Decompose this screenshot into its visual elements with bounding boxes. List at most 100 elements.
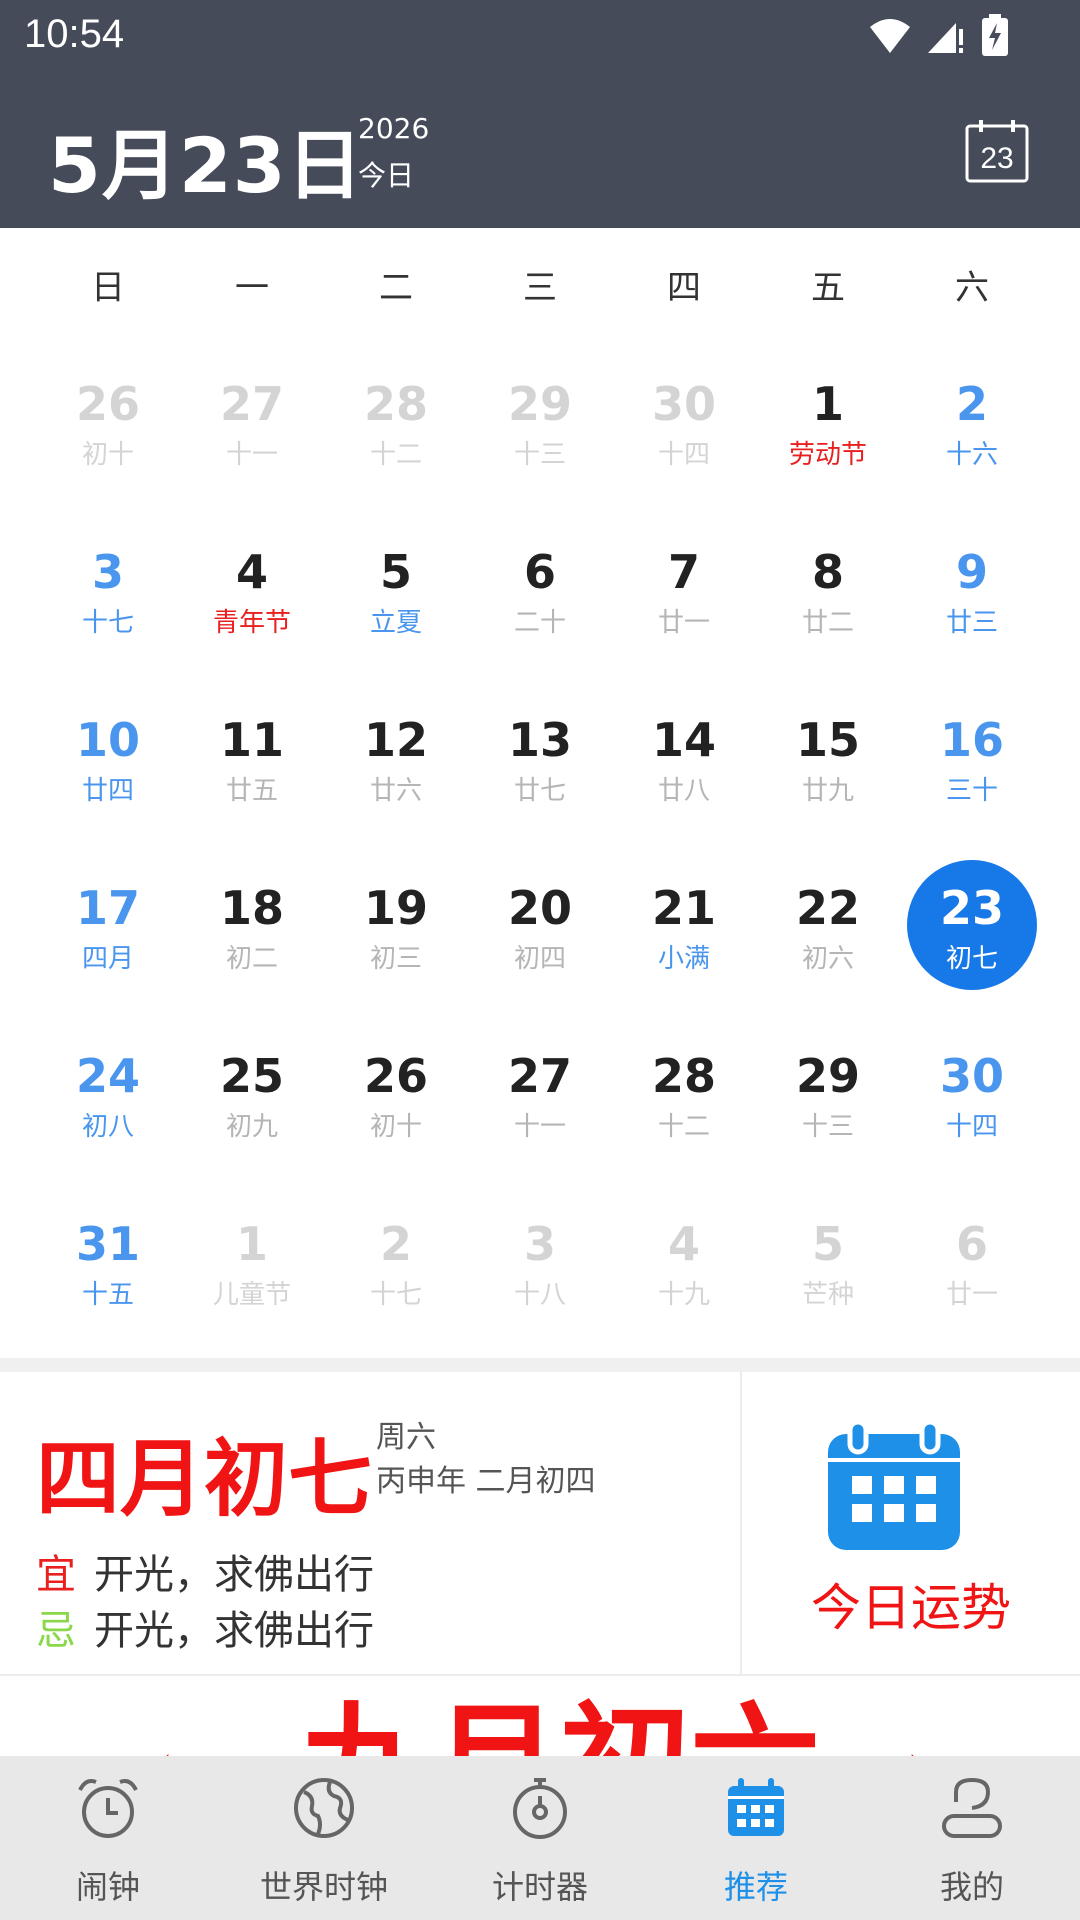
- ji-text: 开光，求佛出行: [94, 1608, 374, 1654]
- lunar-day-label: 十六: [945, 440, 998, 470]
- calendar-day[interactable]: 20 初四: [468, 870, 612, 1038]
- weekday-label: 二: [379, 268, 413, 308]
- calendar-day[interactable]: 21 小满: [612, 870, 756, 1038]
- calendar-day[interactable]: 13 廿七: [468, 702, 612, 870]
- calendar-day[interactable]: 16 三十: [900, 702, 1044, 870]
- nav-timer[interactable]: 计时器: [432, 1756, 648, 1920]
- calendar-day[interactable]: 19 初三: [324, 870, 468, 1038]
- calendar-day-selected[interactable]: 23 初七: [900, 860, 1044, 1038]
- nav-profile[interactable]: 我的: [864, 1756, 1080, 1920]
- calendar-day[interactable]: 30 十四: [900, 1038, 1044, 1206]
- lunar-day-label: 廿三: [945, 608, 998, 638]
- today-label: 今日: [358, 159, 415, 192]
- calendar-day[interactable]: 6 二十: [468, 534, 612, 702]
- day-number: 25: [219, 1049, 284, 1103]
- calendar-day[interactable]: 3 十七: [36, 534, 180, 702]
- lunar-date: 四月初七: [36, 1430, 373, 1528]
- battery-charging-icon: [982, 14, 1008, 56]
- section-divider: [0, 1674, 1080, 1676]
- calendar-day[interactable]: 15 廿九: [756, 702, 900, 870]
- calendar-week-row: 26 初十 27 十一 28 十二 29 十三 30 十四 1 劳动节 2 十六: [36, 366, 1044, 534]
- lunar-day-label: 十一: [225, 440, 278, 470]
- section-divider: [0, 1358, 1080, 1372]
- calendar-week-row: 24 初八 25 初九 26 初十 27 十一 28 十二 29 十三 30 十四: [36, 1038, 1044, 1206]
- calendar-day[interactable]: 26 初十: [36, 366, 180, 534]
- day-number: 30: [651, 377, 716, 431]
- lunar-day-label: 小满: [657, 944, 710, 974]
- calendar-day[interactable]: 4 青年节: [180, 534, 324, 702]
- calendar-day[interactable]: 27 十一: [180, 366, 324, 534]
- day-number: 1: [811, 377, 844, 431]
- calendar-day[interactable]: 11 廿五: [180, 702, 324, 870]
- calendar-day[interactable]: 18 初二: [180, 870, 324, 1038]
- calendar-day[interactable]: 31 十五: [36, 1206, 180, 1374]
- weekday-label: 五: [811, 268, 845, 308]
- calendar-day[interactable]: 5 立夏: [324, 534, 468, 702]
- nav-world-clock[interactable]: 世界时钟: [216, 1756, 432, 1920]
- calendar-day[interactable]: 4 十九: [612, 1206, 756, 1374]
- lunar-day-label: 四月: [81, 944, 134, 974]
- fortune-label: 今日运势: [811, 1579, 1011, 1637]
- lunar-day-label: 廿五: [225, 776, 278, 806]
- lunar-day-label: 初八: [81, 1112, 134, 1142]
- calendar-day[interactable]: 1 劳动节: [756, 366, 900, 534]
- lunar-day-label: 三十: [945, 776, 998, 806]
- lunar-info-panel[interactable]: 四月初七 周六 丙申年 二月初四 宜开光，求佛出行 忌开光，求佛出行: [0, 1372, 740, 1674]
- nav-recommend[interactable]: 推荐: [648, 1756, 864, 1920]
- calendar-day[interactable]: 30 十四: [612, 366, 756, 534]
- lunar-day-label: 十四: [945, 1112, 998, 1142]
- calendar-day[interactable]: 7 廿一: [612, 534, 756, 702]
- calendar-day[interactable]: 28 十二: [612, 1038, 756, 1206]
- calendar-today-button[interactable]: 23: [964, 118, 1030, 184]
- weekday-label: 周六: [376, 1420, 436, 1455]
- globe-icon: [294, 1778, 354, 1838]
- calendar-day[interactable]: 22 初六: [756, 870, 900, 1038]
- day-number: 2: [955, 377, 988, 431]
- day-number: 7: [667, 545, 700, 599]
- calendar-day[interactable]: 24 初八: [36, 1038, 180, 1206]
- weekday-label: 三: [523, 268, 557, 308]
- calendar-day[interactable]: 2 十六: [900, 366, 1044, 534]
- nav-label: 世界时钟: [259, 1868, 388, 1906]
- calendar-day[interactable]: 14 廿八: [612, 702, 756, 870]
- day-number: 27: [507, 1049, 572, 1103]
- day-number: 22: [795, 881, 860, 935]
- calendar-day[interactable]: 27 十一: [468, 1038, 612, 1206]
- calendar-day[interactable]: 29 十三: [756, 1038, 900, 1206]
- lunar-day-label: 廿九: [801, 776, 854, 806]
- day-number: 5: [379, 545, 412, 599]
- day-number: 3: [91, 545, 124, 599]
- calendar-day[interactable]: 6 廿一: [900, 1206, 1044, 1374]
- nav-label: 推荐: [723, 1868, 788, 1906]
- calendar-day[interactable]: 1 儿童节: [180, 1206, 324, 1374]
- lunar-day-label: 儿童节: [212, 1280, 291, 1310]
- calendar-day[interactable]: 26 初十: [324, 1038, 468, 1206]
- lunar-day-label: 十四: [657, 440, 710, 470]
- calendar-day[interactable]: 28 十二: [324, 366, 468, 534]
- nav-alarm[interactable]: 闹钟: [0, 1756, 216, 1920]
- calendar-day[interactable]: 9 廿三: [900, 534, 1044, 702]
- day-number: 5: [811, 1217, 844, 1271]
- lunar-day-label: 初六: [801, 944, 854, 974]
- day-number: 18: [219, 881, 284, 935]
- calendar-day[interactable]: 10 廿四: [36, 702, 180, 870]
- day-number: 30: [939, 1049, 1004, 1103]
- lunar-banner[interactable]: ‹ 九月初六 ›: [0, 1690, 1080, 1760]
- calendar-day[interactable]: 3 十八: [468, 1206, 612, 1374]
- nav-label: 闹钟: [75, 1868, 140, 1906]
- status-icons: [868, 14, 1010, 56]
- fortune-button[interactable]: 今日运势: [742, 1372, 1080, 1674]
- weekday-label: 一: [235, 268, 269, 308]
- day-number: 12: [363, 713, 428, 767]
- calendar-day[interactable]: 29 十三: [468, 366, 612, 534]
- calendar-day[interactable]: 5 芒种: [756, 1206, 900, 1374]
- nav-label: 计时器: [491, 1868, 588, 1906]
- calendar-day[interactable]: 17 四月: [36, 870, 180, 1038]
- lunar-day-label: 十三: [513, 440, 566, 470]
- lunar-day-label: 芒种: [801, 1280, 854, 1310]
- calendar-day[interactable]: 8 廿二: [756, 534, 900, 702]
- calendar-day[interactable]: 2 十七: [324, 1206, 468, 1374]
- calendar-day[interactable]: 25 初九: [180, 1038, 324, 1206]
- calendar-day[interactable]: 12 廿六: [324, 702, 468, 870]
- ji-row: 忌开光，求佛出行: [36, 1598, 374, 1656]
